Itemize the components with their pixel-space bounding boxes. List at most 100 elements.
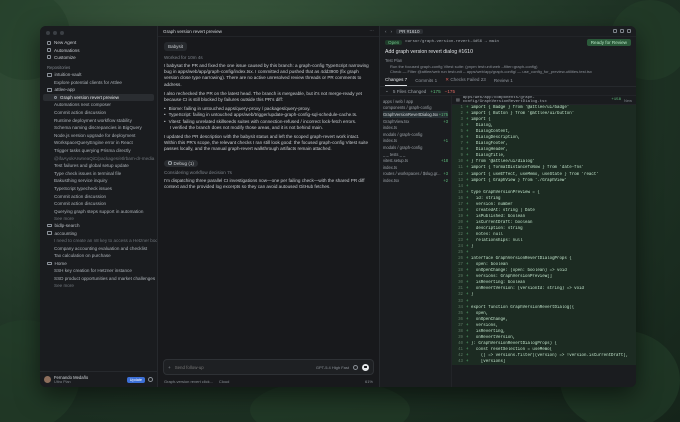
thread-item[interactable]: @ifaAyokArwneaQiC/packages/etlrbam-dr-me… — [40, 154, 157, 162]
code-line: 43 + [versions] — [452, 358, 636, 366]
list-item: • Vitest: failing unrelated skillseeds su… — [164, 118, 357, 124]
thread-item[interactable]: SSD product opportunities and market cha… — [40, 275, 157, 283]
thread-item[interactable]: Test failures and global setup update — [40, 162, 157, 170]
thread-item[interactable]: Type check issues in terminal file — [40, 169, 157, 177]
file-icon: ▤ — [456, 99, 460, 103]
thread-item[interactable]: Explore potential clients for Attlee — [40, 79, 157, 87]
assistant-paragraph: I updated the PR description with the ba… — [164, 134, 369, 152]
folder-icon — [47, 231, 52, 235]
x-icon: ✕ — [445, 77, 450, 82]
file-tree-item[interactable]: vitest.setup.ts +18 — [383, 157, 448, 164]
branch-status[interactable]: Graph-version revert click... — [164, 379, 213, 384]
new-agent-button[interactable]: New Agent — [44, 39, 153, 46]
model-selector[interactable]: GPT-5.4 High Fast — [316, 365, 349, 370]
thread-item[interactable]: TypeScript typecheck issues — [40, 185, 157, 193]
code-viewer: ▤ apps/web/app/components/graph-config/G… — [452, 96, 636, 387]
thread-item[interactable]: Schema naming discrepancies in BigQuery — [40, 124, 157, 132]
branch-name[interactable]: cursor/graph-version-revert-4d56 → main — [405, 40, 499, 44]
pr-number-badge[interactable]: PR #1610 — [396, 28, 423, 34]
tab-commits[interactable]: Commits 1 — [415, 78, 437, 86]
running-icon — [54, 95, 57, 99]
thread-item[interactable]: Commit action discussion — [40, 200, 157, 208]
thread-item[interactable]: Runtime deployment workflow stability — [40, 116, 157, 124]
thread-item-active[interactable]: Graph version revert preview — [43, 93, 154, 102]
folder-icon — [47, 261, 52, 266]
file-tree-item[interactable]: index.ts +1 — [383, 138, 448, 145]
tab-review[interactable]: Review 1 — [494, 78, 513, 86]
chat-messages: Babysit Worked for 10m 4s I babysat the … — [158, 37, 379, 387]
chevron-down-icon[interactable]: ⌄ — [385, 88, 389, 94]
update-button[interactable]: Update — [126, 376, 145, 383]
project-accounting[interactable]: accounting — [40, 229, 157, 236]
user-plan: Ultra Plan — [54, 379, 71, 384]
thread-item[interactable]: Commit action discussion — [40, 192, 157, 200]
thread-item[interactable]: I need to create an n8 key to access a H… — [40, 237, 157, 245]
more-icon[interactable]: ⋯ — [369, 28, 374, 34]
diff-summary: ⌄ 5 Files Changed +175 −175 — [380, 87, 636, 96]
project-attlee-app[interactable]: attlee-app — [40, 86, 157, 93]
debug-chip[interactable]: Debug (1) — [164, 159, 198, 167]
thread-item[interactable]: Bakusthing service inquiry — [40, 177, 157, 185]
thread-item[interactable]: Querying graph steps support in automati… — [40, 207, 157, 215]
file-tree: apps / web / app components / graph-confi… — [380, 96, 452, 387]
assistant-paragraph: I'm dispatching three parallel CI invest… — [164, 177, 365, 189]
file-add-count: +158 — [611, 98, 621, 102]
forward-icon[interactable]: › — [391, 29, 393, 34]
file-tree-item[interactable]: index.ts — [383, 164, 448, 171]
context-usage: 61% — [364, 378, 373, 384]
cloud-status[interactable]: Cloud — [219, 379, 229, 384]
file-tree-item[interactable]: GraphView.tsx +3 — [383, 118, 448, 125]
file-tree-item[interactable]: GraphVersionRevertDialog.tsx +175 — [383, 111, 448, 118]
thread-item[interactable]: Node.js version upgrade for deployment — [40, 132, 157, 140]
thread-item[interactable]: Commit action discussion — [40, 109, 157, 117]
project-bidlp-search[interactable]: bidlp-search — [40, 222, 157, 229]
window-controls[interactable] — [40, 26, 157, 39]
folder-icon — [47, 73, 52, 77]
thread-item[interactable]: Trigger tasks querying Prisma directly — [40, 147, 157, 155]
considering-label[interactable]: Considering workflow decision 7s — [164, 170, 373, 175]
tab-changes[interactable]: Changes 7 — [385, 77, 408, 86]
thread-item[interactable]: Company accounting evaluation and checkl… — [40, 244, 157, 252]
file-path[interactable]: apps/web/app/components/graph-config/Gra… — [463, 96, 609, 104]
file-tree-item[interactable]: index.tsx +2 — [383, 177, 448, 184]
automations-link[interactable]: Automations — [44, 46, 153, 53]
thread-item[interactable]: Tax calculation on purchase — [40, 252, 157, 260]
back-icon[interactable]: ‹ — [385, 29, 387, 34]
panel-icon[interactable] — [613, 29, 617, 33]
file-tree-item[interactable]: apps / web / app — [383, 98, 448, 105]
file-tree-item[interactable]: routes / workspaces / $slug.gr... +3 — [383, 171, 448, 178]
assistant-paragraph: I babysat the PR and fixed the one issue… — [164, 63, 369, 87]
thread-item[interactable]: WorkspaceQueryEngine error in React — [40, 139, 157, 147]
thread-item[interactable]: SSH key creation for Hetzner instance — [40, 267, 157, 275]
layout-icon[interactable] — [620, 29, 624, 33]
file-tree-item[interactable]: components / graph-config — [383, 105, 448, 112]
file-status: New — [623, 97, 632, 103]
worked-for-label[interactable]: Worked for 10m 4s — [164, 55, 373, 60]
follow-up-input[interactable] — [174, 364, 312, 370]
file-tree-item[interactable]: _ _ tests _ _ — [383, 151, 448, 158]
file-tree-item[interactable]: index.ts — [383, 124, 448, 131]
tab-checks[interactable]: ✕ Checks Failed 23 — [445, 77, 486, 86]
folder-icon — [47, 223, 52, 228]
file-tree-item[interactable]: modals / graph-config — [383, 144, 448, 151]
user-footer: Fernando Medaño Ultra Plan Update — [40, 371, 157, 387]
see-more-link[interactable]: See more — [40, 282, 157, 289]
customize-link[interactable]: Customize — [44, 54, 153, 61]
plus-icon[interactable]: + — [168, 365, 171, 370]
pr-branch-row: Open cursor/graph-version-revert-4d56 → … — [380, 37, 636, 47]
see-more-link[interactable]: See more — [40, 215, 157, 222]
assistant-paragraph: I also rechecked the PR on the latest he… — [164, 90, 362, 103]
ready-for-review-button[interactable]: Ready for Review — [586, 38, 631, 46]
file-tree-item[interactable]: modals / graph-config — [383, 131, 448, 138]
test-plan-heading: Test Plan — [385, 58, 403, 63]
thread-item[interactable]: Automations next composer — [40, 101, 157, 109]
code-file-header: ▤ apps/web/app/components/graph-config/G… — [452, 96, 636, 105]
close-icon[interactable] — [627, 29, 631, 33]
mic-icon[interactable] — [353, 364, 358, 370]
project-intuition-vault[interactable]: intuition-vault — [40, 71, 157, 78]
project-home[interactable]: Home — [40, 260, 157, 267]
gear-icon[interactable] — [148, 377, 153, 382]
stop-button[interactable] — [362, 363, 369, 371]
avatar[interactable] — [44, 376, 51, 383]
pr-panel: ‹ › PR #1610 Open cursor/graph-version-r… — [380, 26, 636, 387]
